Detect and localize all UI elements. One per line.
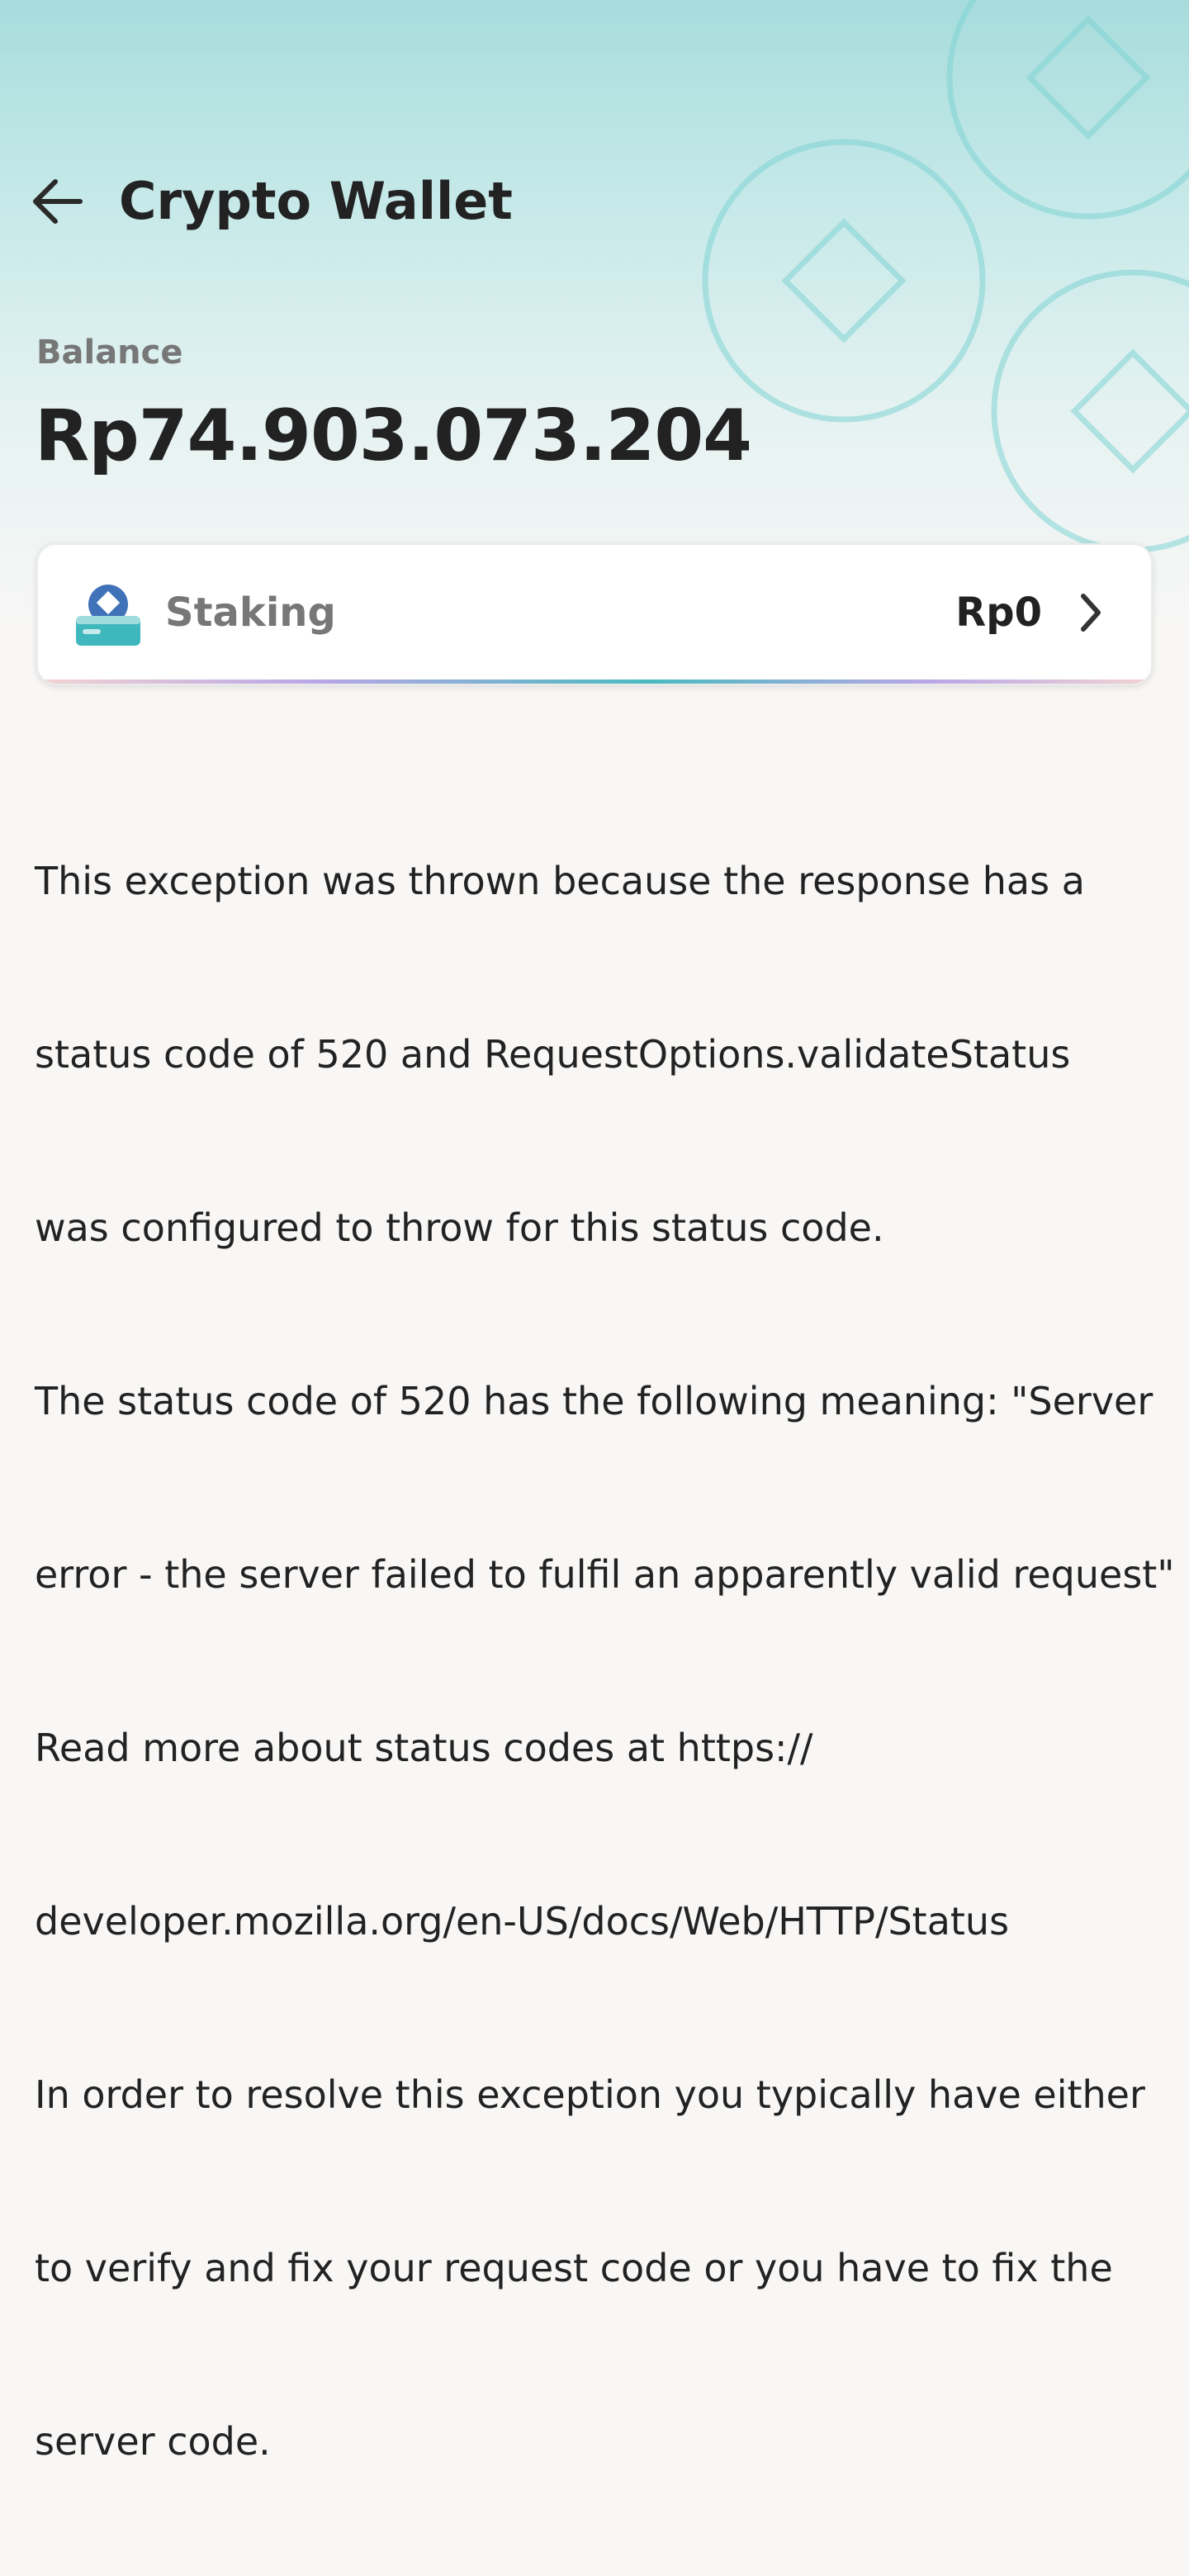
staking-card-accent-line — [38, 680, 1151, 684]
error-line: error - the server failed to fulfil an a… — [35, 1552, 1175, 1597]
balance-label: Balance — [36, 334, 183, 372]
arrow-left-icon — [33, 179, 83, 224]
error-message: This exception was thrown because the re… — [35, 736, 1175, 2528]
error-line: This exception was thrown because the re… — [35, 859, 1085, 903]
error-line: to verify and fix your request code or y… — [35, 2246, 1113, 2290]
decorative-coins — [702, 0, 1189, 553]
balance-value: Rp74.903.073.204 — [35, 395, 752, 477]
error-line: status code of 520 and RequestOptions.va… — [35, 1032, 1071, 1077]
page-title: Crypto Wallet — [119, 171, 513, 231]
staking-card[interactable]: Staking Rp0 — [36, 543, 1153, 685]
staking-icon — [76, 585, 140, 646]
back-button[interactable] — [23, 167, 92, 236]
staking-value: Rp0 — [955, 590, 1042, 636]
error-line: developer.mozilla.org/en-US/docs/Web/HTT… — [35, 1899, 1010, 1944]
staking-label: Staking — [165, 590, 336, 636]
error-line: server code. — [35, 2419, 271, 2464]
error-line: was configured to throw for this status … — [35, 1205, 884, 1250]
error-line: The status code of 520 has the following… — [35, 1379, 1153, 1423]
chevron-right-icon — [1081, 594, 1101, 632]
error-line: In order to resolve this exception you t… — [35, 2072, 1145, 2117]
top-app-bar: Crypto Wallet — [0, 149, 1189, 256]
error-line: Read more about status codes at https:// — [35, 1726, 813, 1770]
